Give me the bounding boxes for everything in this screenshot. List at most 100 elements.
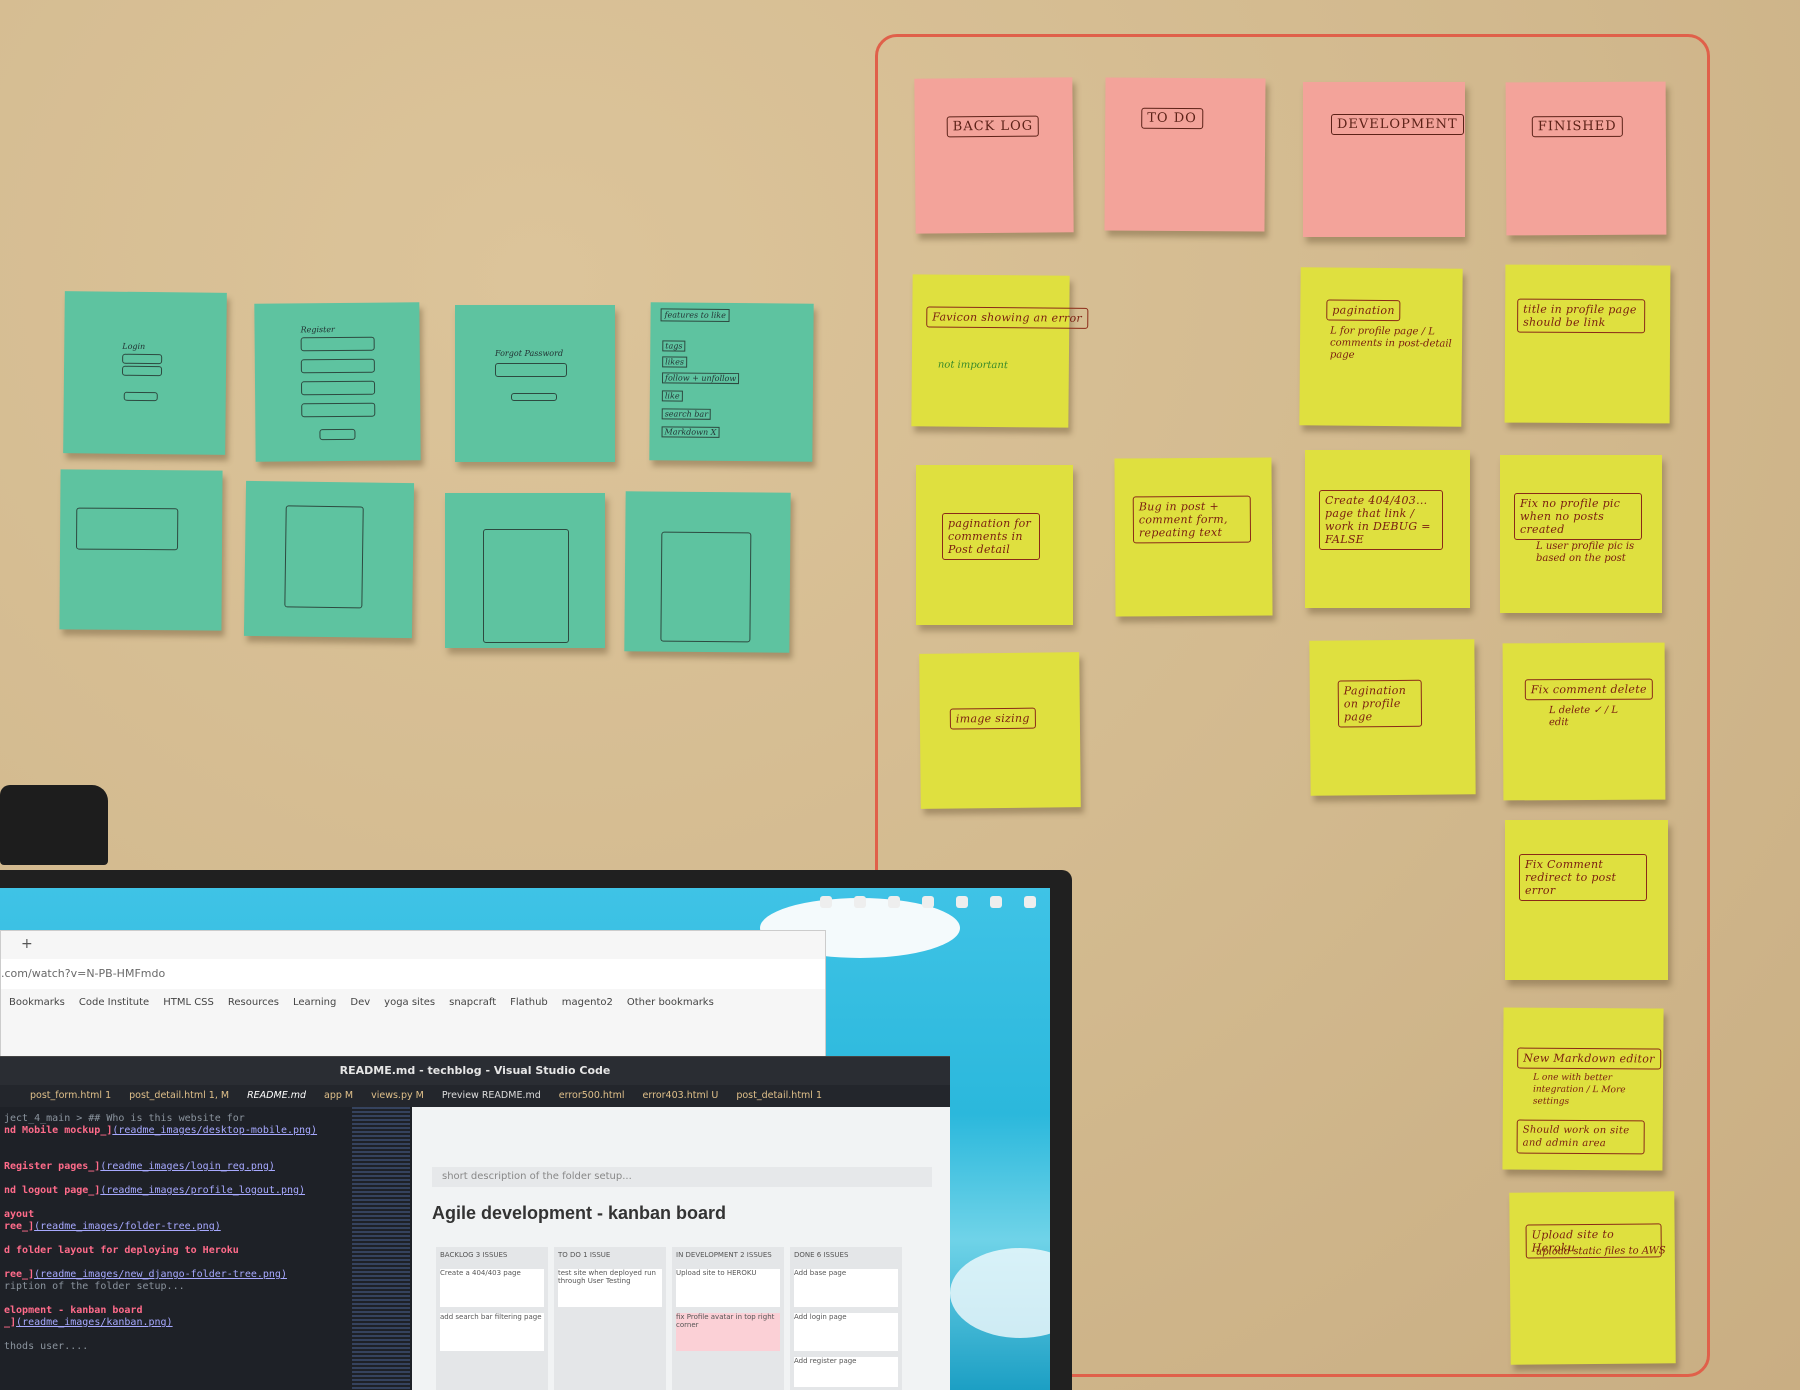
card-label: Pagination on profile page bbox=[1337, 679, 1423, 728]
card-label: Fix comment delete bbox=[1524, 678, 1653, 701]
url-bar[interactable]: .com/watch?v=N-PB-HMFmdo bbox=[1, 959, 825, 989]
bookmark-item[interactable]: yoga sites bbox=[384, 991, 435, 1015]
bookmark-item[interactable]: magento2 bbox=[562, 991, 613, 1015]
column-header-finished: FINISHED bbox=[1505, 81, 1667, 236]
input-sketch bbox=[121, 365, 163, 377]
kanban-card: Upload site to HEROKU bbox=[676, 1269, 780, 1307]
card-finished-comment-delete: Fix comment delete L delete ✓ / L edit bbox=[1502, 642, 1666, 801]
bookmark-item[interactable]: Code Institute bbox=[79, 991, 149, 1015]
feature-item: likes bbox=[662, 356, 688, 368]
card-backlog-favicon: Favicon showing an error not important bbox=[911, 274, 1089, 428]
input-sketch bbox=[300, 336, 375, 352]
bookmark-item[interactable]: snapcraft bbox=[449, 991, 496, 1015]
wireframe-post-card bbox=[59, 469, 223, 631]
tab[interactable]: error500.html bbox=[559, 1085, 625, 1107]
input-sketch bbox=[300, 358, 375, 374]
code-line: nd Mobile mockup_](readme_images/desktop… bbox=[4, 1125, 318, 1136]
tab-active[interactable]: README.md bbox=[247, 1085, 306, 1107]
bookmark-item[interactable]: HTML CSS bbox=[163, 991, 214, 1015]
app-icon[interactable] bbox=[888, 896, 900, 908]
card-dev-pagination-profile: Pagination on profile page bbox=[1309, 639, 1476, 796]
tab[interactable]: Preview README.md bbox=[442, 1085, 541, 1107]
tab[interactable]: app M bbox=[324, 1085, 353, 1107]
bookmark-item[interactable]: Learning bbox=[293, 991, 336, 1015]
kanban-column: TO DO 1 ISSUE test site when deployed ru… bbox=[554, 1247, 666, 1390]
code-editor[interactable]: ject_4_main > ## Who is this website for… bbox=[0, 1107, 352, 1390]
bookmark-item[interactable]: Bookmarks bbox=[9, 991, 65, 1015]
card-finished-comment-redirect: Fix Comment redirect to post error bbox=[1505, 820, 1668, 980]
page-sketch bbox=[660, 531, 752, 643]
card-finished-markdown-editor: New Markdown editor L one with better in… bbox=[1502, 1007, 1664, 1171]
card-dev-pagination: pagination L for profile page / L commen… bbox=[1299, 267, 1463, 427]
tab[interactable]: post_detail.html 1 bbox=[736, 1085, 822, 1107]
wireframe-post-detail bbox=[624, 491, 791, 653]
code-line: ree_](readme_images/folder-tree.png) bbox=[4, 1221, 221, 1232]
card-label: Fix no profile pic when no posts created bbox=[1514, 493, 1642, 540]
window-title: README.md - techblog - Visual Studio Cod… bbox=[0, 1057, 950, 1085]
card-label: title in profile page should be link bbox=[1517, 298, 1646, 334]
code-line: d folder layout for deploying to Heroku bbox=[4, 1245, 239, 1256]
card-label: Bug in post + comment form, repeating te… bbox=[1132, 495, 1252, 544]
column-label: FINISHED bbox=[1531, 115, 1623, 138]
code-line: ayout bbox=[4, 1209, 35, 1220]
network-icon[interactable] bbox=[956, 896, 968, 908]
card-label: image sizing bbox=[949, 707, 1036, 730]
new-tab-button[interactable]: + bbox=[21, 936, 33, 952]
camera-icon[interactable] bbox=[820, 896, 832, 908]
chat-icon[interactable] bbox=[854, 896, 866, 908]
input-sketch bbox=[301, 402, 376, 418]
wireframe-register: Register bbox=[254, 302, 421, 462]
card-dev-404-page: Create 404/403... page that link / work … bbox=[1305, 450, 1470, 608]
bookmark-item[interactable]: Resources bbox=[228, 991, 279, 1015]
minimap[interactable] bbox=[352, 1107, 410, 1390]
breadcrumb: ject_4_main > ## Who is this website for bbox=[4, 1113, 245, 1124]
wireframe-post-list bbox=[243, 480, 415, 639]
card-todo-bug: Bug in post + comment form, repeating te… bbox=[1114, 457, 1273, 617]
code-line: nd logout page_](readme_images/profile_l… bbox=[4, 1185, 306, 1196]
battery-icon[interactable] bbox=[1024, 896, 1036, 908]
input-sketch bbox=[495, 363, 567, 377]
bookmark-item[interactable]: Dev bbox=[350, 991, 370, 1015]
feature-item: Markdown X bbox=[661, 426, 720, 438]
volume-icon[interactable] bbox=[990, 896, 1002, 908]
card-label: pagination for comments in Post detail bbox=[942, 513, 1040, 560]
card-note: not important bbox=[937, 359, 1008, 372]
column-label: TO DO bbox=[1141, 107, 1203, 130]
column-header-development: DEVELOPMENT bbox=[1303, 82, 1465, 237]
wireframe-title: Forgot Password bbox=[495, 349, 564, 358]
card-sketch bbox=[76, 507, 179, 551]
kanban-column-title: DONE 6 ISSUES bbox=[794, 1251, 849, 1259]
card-note: L for profile page / L comments in post-… bbox=[1329, 325, 1452, 361]
card-finished-heroku: Upload site to Heroku upload static file… bbox=[1509, 1191, 1676, 1365]
notification-icon[interactable] bbox=[922, 896, 934, 908]
button-sketch bbox=[123, 391, 158, 402]
wireframe-profile bbox=[445, 493, 605, 648]
column-header-todo: TO DO bbox=[1104, 77, 1266, 232]
code-line: _](readme_images/kanban.png) bbox=[4, 1317, 173, 1328]
wallpaper-cloud bbox=[950, 1248, 1050, 1338]
kanban-card: Create a 404/403 page bbox=[440, 1269, 544, 1307]
card-label: Fix Comment redirect to post error bbox=[1519, 854, 1647, 901]
vscode-window: README.md - techblog - Visual Studio Cod… bbox=[0, 1056, 950, 1390]
tab[interactable]: views.py M bbox=[371, 1085, 424, 1107]
tab[interactable]: error403.html U bbox=[643, 1085, 719, 1107]
button-sketch bbox=[319, 428, 356, 441]
button-sketch bbox=[511, 393, 557, 401]
bookmarks-bar: Bookmarks Code Institute HTML CSS Resour… bbox=[1, 991, 825, 1015]
kanban-column: BACKLOG 3 ISSUES Create a 404/403 page a… bbox=[436, 1247, 548, 1390]
card-backlog-image-sizing: image sizing bbox=[919, 652, 1081, 809]
feature-item: search bar bbox=[661, 408, 712, 420]
card-label: Create 404/403... page that link / work … bbox=[1319, 490, 1443, 550]
card-extra: Should work on site and admin area bbox=[1516, 1119, 1645, 1155]
card-note: L one with better integration / L More s… bbox=[1532, 1072, 1626, 1107]
browser-window: + .com/watch?v=N-PB-HMFmdo Bookmarks Cod… bbox=[0, 930, 826, 1062]
preview-description: short description of the folder setup... bbox=[432, 1167, 932, 1187]
tab[interactable]: post_form.html 1 bbox=[30, 1085, 111, 1107]
bookmark-item[interactable]: Flathub bbox=[510, 991, 548, 1015]
bookmark-item[interactable]: Other bookmarks bbox=[627, 991, 714, 1015]
editor-tabs: post_form.html 1 post_detail.html 1, M R… bbox=[0, 1085, 950, 1107]
kanban-column-title: IN DEVELOPMENT 2 ISSUES bbox=[676, 1251, 772, 1259]
code-line: elopment - kanban board bbox=[4, 1305, 143, 1316]
tab[interactable]: post_detail.html 1, M bbox=[129, 1085, 229, 1107]
webcam bbox=[0, 785, 108, 865]
